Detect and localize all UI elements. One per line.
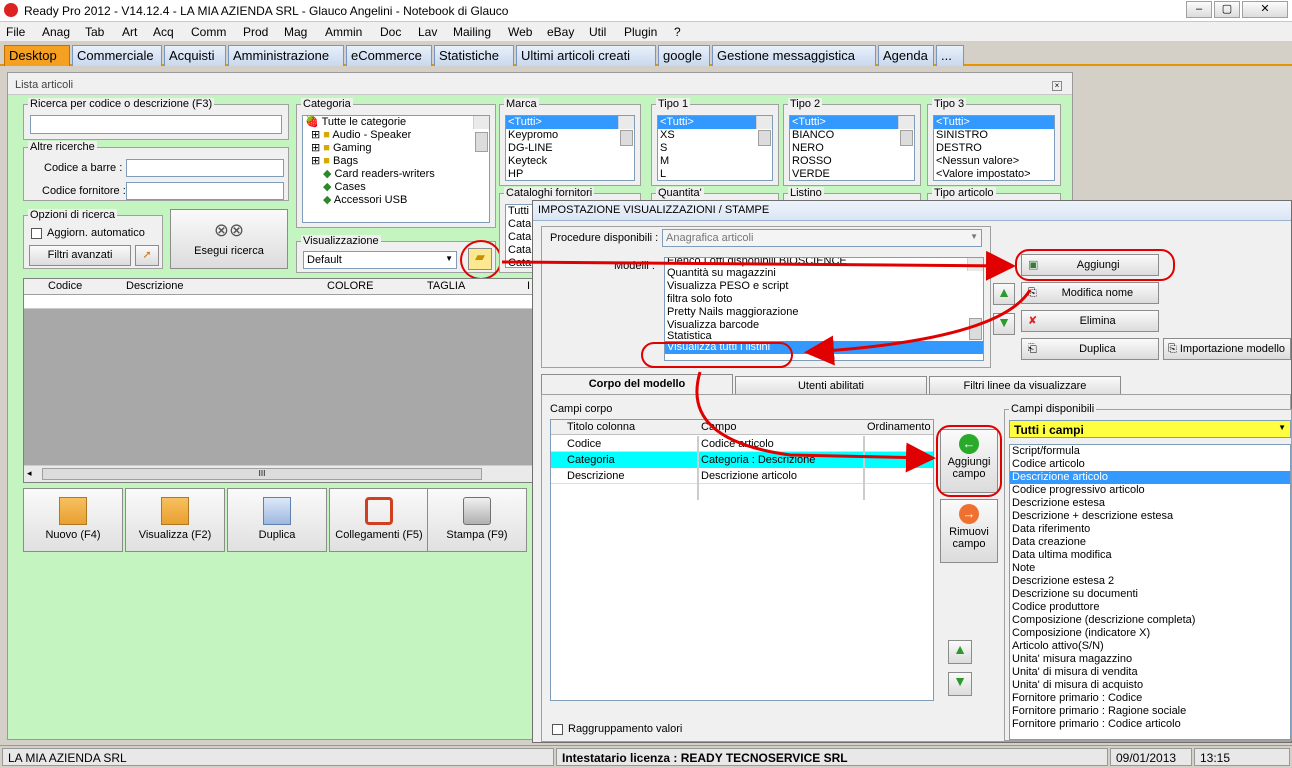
status-time: 13:15	[1194, 748, 1290, 766]
arrow-folder-to-aggiungi	[501, 250, 1016, 281]
annotation-arrows	[501, 250, 1032, 473]
status-company: LA MIA AZIENDA SRL	[2, 748, 554, 766]
arrow-listini-to-aggiungi-campo	[695, 371, 936, 473]
status-license: Intestatario licenza : READY TECNOSERVIC…	[556, 748, 1108, 766]
status-bar: LA MIA AZIENDA SRL Intestatario licenza …	[0, 745, 1292, 768]
arrow-aggiungi-to-listini	[804, 289, 1032, 366]
status-date: 09/01/2013	[1110, 748, 1192, 766]
